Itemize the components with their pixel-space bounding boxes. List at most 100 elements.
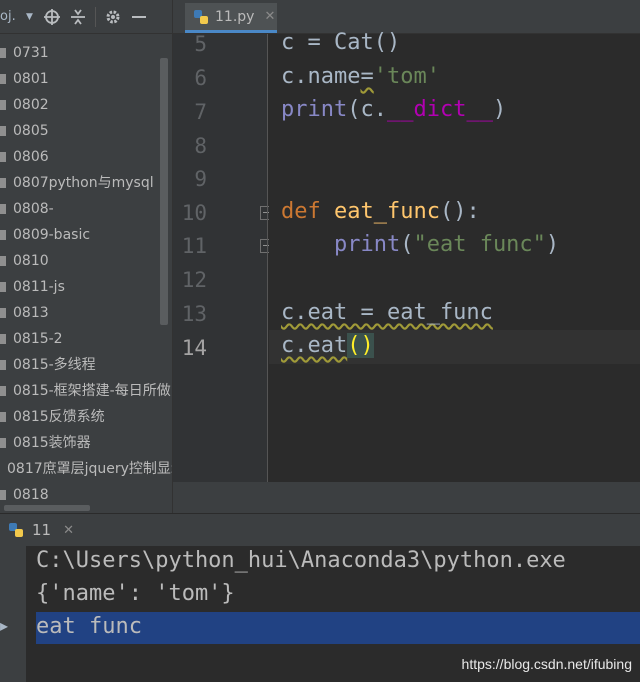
folder-icon [0,386,6,396]
code-line: c.eat = eat_func [281,300,493,325]
ide-window: oj. ▼ 0731 0801 0802 0805 0806 0807pytho… [0,0,640,682]
line-number: 5 [194,32,207,56]
folder-icon [0,334,6,344]
tree-item-label: 0731 [13,45,49,61]
code-line: c.name='tom' [281,64,440,89]
folder-icon [0,152,6,162]
code-text: ( [400,232,414,257]
tree-item[interactable]: 0802 [0,92,172,118]
console-line: C:\Users\python_hui\Anaconda3\python.exe [36,548,566,573]
line-number: 6 [194,66,207,90]
run-tab-label[interactable]: 11 [32,521,51,539]
code-function-name: eat_func [334,199,440,224]
folder-icon [0,360,6,370]
tree-item[interactable]: 0806 [0,144,172,170]
folder-icon [0,282,6,292]
code-builtin: print [333,232,401,257]
tree-item-label: 0810 [13,253,49,269]
folder-icon [0,412,6,422]
code-text: c.eat [281,333,348,358]
code-line: c = Cat() [281,30,400,55]
folder-icon [0,256,6,266]
tree-item-label: 0806 [13,149,49,165]
line-number: 13 [181,302,207,326]
tree-item[interactable]: 0815-框架搭建-每日所做 [0,378,172,404]
folder-icon [0,126,6,136]
folder-icon [0,100,6,110]
folder-icon [0,74,6,84]
folder-icon [0,438,6,448]
tree-item[interactable]: 0815-2 [0,326,172,352]
tree-item-label: 0809-basic [13,227,91,243]
sidebar-horizontal-scrollbar[interactable] [4,505,90,511]
tree-item-label: 0813 [13,305,49,321]
tree-item[interactable]: 0809-basic [0,222,172,248]
code-text: c.name [281,64,361,89]
tree-item[interactable]: 0817庶罩层jquery控制显示 [0,456,172,482]
gear-icon[interactable] [100,4,126,30]
toolbar-divider [94,6,96,27]
folder-icon [0,178,6,188]
run-tool-window-header: 11 ✕ [0,513,640,546]
chevron-down-icon[interactable]: ▼ [26,12,33,22]
sidebar-vertical-scrollbar[interactable] [160,58,168,325]
folder-icon [0,490,6,500]
code-text: c = Cat() [281,30,401,55]
code-string: "eat func" [413,232,546,257]
line-number: 12 [181,268,207,292]
code-text: (c. [347,97,387,122]
tab-11-py[interactable]: 11.py ✕ [185,3,277,33]
python-file-icon [194,9,208,24]
line-number-current: 14 [181,336,207,360]
tab-label: 11.py [215,8,255,25]
line-number: 11 [181,234,207,258]
minimize-icon[interactable] [126,4,152,30]
tree-item[interactable]: 0805 [0,118,172,144]
code-keyword: def [281,199,321,224]
tree-item-label: 0801 [13,71,49,87]
tree-item-label: 0815-2 [13,331,63,347]
folder-icon [0,308,6,318]
tree-item[interactable]: 0808- [0,196,172,222]
tree-item-label: 0815-框架搭建-每日所做 [13,383,171,399]
tree-item[interactable]: 0815反馈系统 [0,404,172,430]
collapse-all-icon[interactable] [65,4,91,30]
code-editor[interactable]: c = Cat() c.name='tom' print (c.__dict__)… [269,30,640,482]
line-number: 9 [194,167,207,191]
tree-item-label: 0815反馈系统 [13,409,105,425]
tree-item-label: 0802 [13,97,49,113]
tree-item[interactable]: 0815装饰器 [0,430,172,456]
tree-item[interactable]: 0731 [0,40,172,66]
tree-item[interactable]: 0813 [0,300,172,326]
play-icon[interactable]: ▸ [0,616,8,635]
project-toolbar: oj. ▼ [0,0,172,34]
line-number: 8 [194,134,207,158]
line-number: 7 [194,100,207,124]
folder-icon [0,48,6,58]
project-selector[interactable]: oj. [0,9,26,24]
folder-icon [0,204,6,214]
watermark: https://blog.csdn.net/ifubing [461,656,632,672]
tree-item-label: 0817庶罩层jquery控制显示 [7,461,173,477]
editor-bottom-area [173,482,640,513]
tree-item[interactable]: 0810 [0,248,172,274]
close-icon[interactable]: ✕ [264,9,275,24]
close-icon[interactable]: ✕ [63,523,74,538]
code-line: def eat_func(): [281,199,480,224]
tree-item-label: 0807python与mysql [13,175,154,191]
tree-item[interactable]: 0801 [0,66,172,92]
code-text: = [360,64,374,89]
tree-item[interactable]: 0807python与mysql [0,170,172,196]
project-sidebar: oj. ▼ 0731 0801 0802 0805 0806 0807pytho… [0,0,173,513]
code-dunder: __dict__ [386,97,493,122]
tree-item-label: 0811-js [13,279,65,295]
tree-item-label: 0808- [13,201,54,217]
tree-item[interactable]: 0811-js [0,274,172,300]
locate-icon[interactable] [39,4,65,30]
brace-match-highlight: () [347,333,374,358]
code-text: ) [492,97,507,122]
tree-item[interactable]: 0815-多线程 [0,352,172,378]
console-line: {'name': 'tom'} [36,581,235,606]
